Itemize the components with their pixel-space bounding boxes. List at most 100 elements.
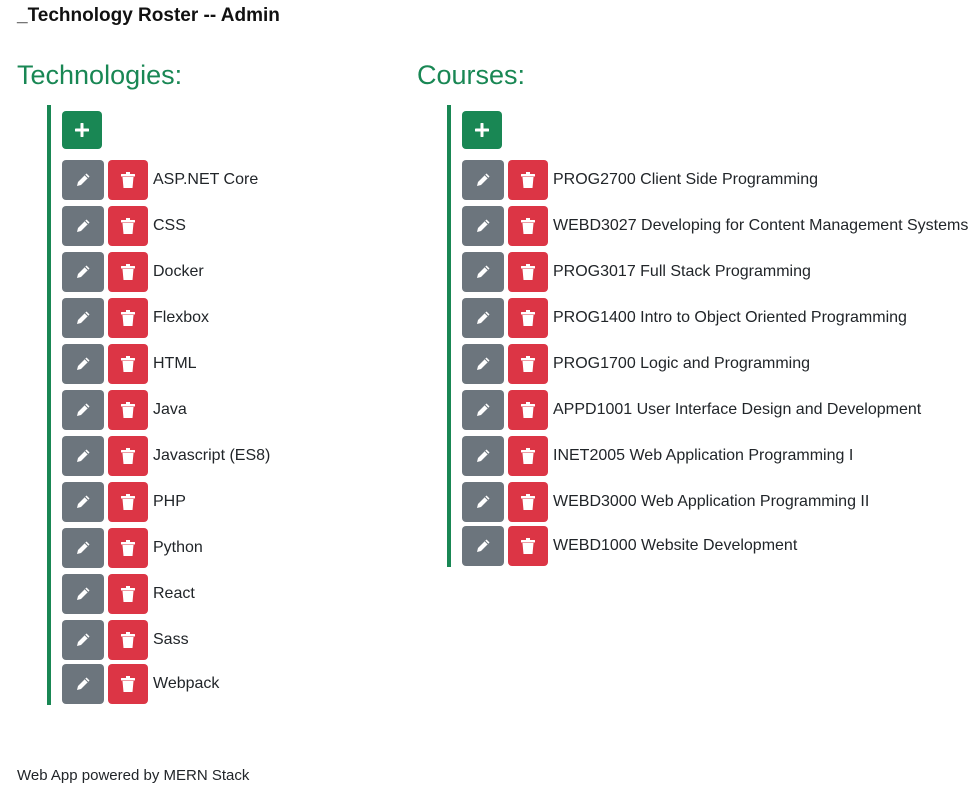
plus-icon (475, 123, 489, 137)
item-label: Java (153, 401, 187, 418)
technologies-list: ASP.NET Core CSS Docker Flexbox HTML Jav… (47, 105, 270, 705)
delete-button[interactable] (108, 664, 148, 704)
item-label: PROG1400 Intro to Object Oriented Progra… (553, 309, 907, 326)
edit-button[interactable] (62, 298, 104, 338)
pencil-icon (477, 311, 490, 324)
item-label: Docker (153, 263, 204, 280)
pencil-icon (477, 173, 490, 186)
trash-icon (121, 356, 135, 372)
delete-button[interactable] (108, 344, 148, 384)
list-item: Docker (62, 249, 270, 295)
plus-icon (75, 123, 89, 137)
item-label: CSS (153, 217, 186, 234)
delete-button[interactable] (108, 160, 148, 200)
courses-section: Courses: PROG2700 Client Side Programmin… (417, 57, 977, 567)
delete-button[interactable] (108, 528, 148, 568)
edit-button[interactable] (462, 206, 504, 246)
pencil-icon (477, 357, 490, 370)
delete-button[interactable] (508, 206, 548, 246)
trash-icon (121, 172, 135, 188)
delete-button[interactable] (108, 574, 148, 614)
list-item: WEBD3000 Web Application Programming II (462, 479, 968, 525)
edit-button[interactable] (62, 436, 104, 476)
delete-button[interactable] (508, 298, 548, 338)
edit-button[interactable] (62, 252, 104, 292)
delete-button[interactable] (108, 436, 148, 476)
add-course-button[interactable] (462, 111, 502, 149)
edit-button[interactable] (462, 526, 504, 566)
add-technology-button[interactable] (62, 111, 102, 149)
delete-button[interactable] (108, 620, 148, 660)
item-label: WEBD1000 Website Development (553, 537, 798, 554)
list-item: Webpack (62, 663, 270, 705)
item-label: WEBD3000 Web Application Programming II (553, 493, 870, 510)
edit-button[interactable] (462, 298, 504, 338)
item-label: React (153, 585, 195, 602)
pencil-icon (77, 403, 90, 416)
delete-button[interactable] (508, 390, 548, 430)
trash-icon (521, 448, 535, 464)
item-label: Webpack (153, 675, 220, 692)
edit-button[interactable] (62, 160, 104, 200)
pencil-icon (77, 219, 90, 232)
trash-icon (121, 586, 135, 602)
edit-button[interactable] (62, 528, 104, 568)
delete-button[interactable] (508, 526, 548, 566)
list-item: HTML (62, 341, 270, 387)
delete-button[interactable] (508, 436, 548, 476)
item-label: Javascript (ES8) (153, 447, 271, 464)
item-label: HTML (153, 355, 197, 372)
list-item: WEBD1000 Website Development (462, 525, 968, 567)
pencil-icon (477, 219, 490, 232)
trash-icon (521, 218, 535, 234)
edit-button[interactable] (462, 482, 504, 522)
pencil-icon (77, 587, 90, 600)
pencil-icon (477, 539, 490, 552)
list-item: Java (62, 387, 270, 433)
app-title: _Technology Roster -- Admin (17, 5, 280, 26)
edit-button[interactable] (462, 160, 504, 200)
edit-button[interactable] (62, 206, 104, 246)
pencil-icon (77, 449, 90, 462)
item-label: ASP.NET Core (153, 171, 259, 188)
edit-button[interactable] (62, 574, 104, 614)
list-item: CSS (62, 203, 270, 249)
trash-icon (521, 494, 535, 510)
delete-button[interactable] (108, 252, 148, 292)
trash-icon (521, 538, 535, 554)
delete-button[interactable] (108, 206, 148, 246)
edit-button[interactable] (62, 664, 104, 704)
footer-text: Web App powered by MERN Stack (17, 767, 250, 784)
list-item: Flexbox (62, 295, 270, 341)
trash-icon (521, 402, 535, 418)
pencil-icon (77, 173, 90, 186)
edit-button[interactable] (462, 252, 504, 292)
trash-icon (521, 356, 535, 372)
trash-icon (121, 402, 135, 418)
technologies-heading: Technologies: (17, 60, 183, 90)
edit-button[interactable] (62, 620, 104, 660)
delete-button[interactable] (508, 344, 548, 384)
pencil-icon (77, 677, 90, 690)
trash-icon (521, 172, 535, 188)
pencil-icon (77, 541, 90, 554)
edit-button[interactable] (462, 390, 504, 430)
edit-button[interactable] (62, 482, 104, 522)
delete-button[interactable] (108, 390, 148, 430)
trash-icon (121, 540, 135, 556)
edit-button[interactable] (462, 436, 504, 476)
list-item: WEBD3027 Developing for Content Manageme… (462, 203, 968, 249)
delete-button[interactable] (508, 252, 548, 292)
pencil-icon (477, 449, 490, 462)
edit-button[interactable] (62, 390, 104, 430)
delete-button[interactable] (108, 298, 148, 338)
pencil-icon (477, 403, 490, 416)
delete-button[interactable] (108, 482, 148, 522)
pencil-icon (77, 495, 90, 508)
courses-heading: Courses: (417, 60, 526, 90)
edit-button[interactable] (62, 344, 104, 384)
delete-button[interactable] (508, 160, 548, 200)
delete-button[interactable] (508, 482, 548, 522)
trash-icon (121, 494, 135, 510)
edit-button[interactable] (462, 344, 504, 384)
